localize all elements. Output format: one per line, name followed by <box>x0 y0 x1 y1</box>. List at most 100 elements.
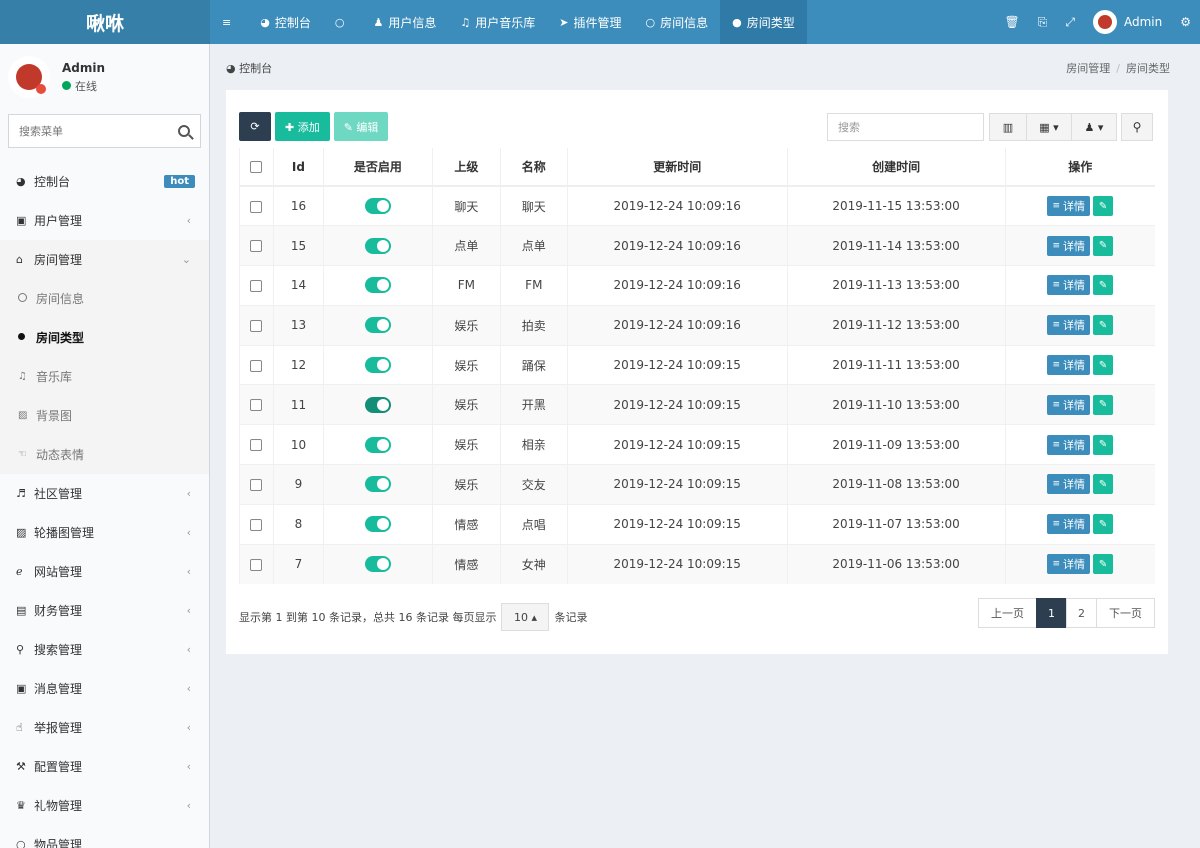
edit-icon[interactable]: ✎ <box>1093 235 1114 256</box>
trash-icon[interactable]: 🗑 <box>996 15 1029 29</box>
row-checkbox[interactable] <box>250 558 263 571</box>
enabled-toggle[interactable] <box>364 237 391 254</box>
enabled-toggle[interactable] <box>364 556 391 573</box>
settings-icon[interactable]: ⚙ <box>1171 15 1200 29</box>
refresh-button[interactable]: ⟳ <box>239 112 271 141</box>
sidebar-item-0[interactable]: ◕ 控制台 hot <box>0 162 209 201</box>
enabled-toggle[interactable] <box>364 357 391 374</box>
app-logo[interactable]: 啾咻 <box>0 0 210 44</box>
detail-button[interactable]: ≡ 详情 <box>1047 554 1091 575</box>
edit-icon[interactable]: ✎ <box>1093 394 1114 415</box>
row-checkbox[interactable] <box>250 200 263 213</box>
edit-icon[interactable]: ✎ <box>1093 474 1114 495</box>
table-search-input[interactable]: 搜索 <box>827 113 984 141</box>
submenu-item-1[interactable]: 房间类型 <box>0 318 209 357</box>
enabled-toggle[interactable] <box>364 516 391 533</box>
edit-icon[interactable]: ✎ <box>1093 315 1114 336</box>
edit-icon[interactable]: ✎ <box>1093 434 1114 455</box>
sidebar-item-1[interactable]: ▣ 用户管理 ‹ <box>0 201 209 240</box>
search-icon[interactable] <box>178 125 190 137</box>
breadcrumb-item-room-management[interactable]: 房间管理 <box>1066 62 1110 75</box>
top-nav-item-3[interactable]: ♟ 用户信息 <box>361 0 448 44</box>
sidebar-item-4[interactable]: ▨ 轮播图管理 ‹ <box>0 513 209 552</box>
detail-button[interactable]: ≡ 详情 <box>1047 434 1091 455</box>
sidebar-item-9[interactable]: ☝ 举报管理 ‹ <box>0 708 209 747</box>
submenu-item-2[interactable]: ♫ 音乐库 <box>0 357 209 396</box>
breadcrumb-home[interactable]: ◕ 控制台 <box>226 60 272 76</box>
page-button-1[interactable]: 1 <box>1036 598 1067 628</box>
add-button[interactable]: ✚ 添加 <box>275 112 330 141</box>
edit-button[interactable]: ✎ 编辑 <box>333 112 389 141</box>
user-menu[interactable]: Admin <box>1084 10 1171 34</box>
grid-view-icon[interactable]: ▦ ▾ <box>1026 113 1072 141</box>
top-nav-item-1[interactable]: ◕ 控制台 <box>248 0 323 44</box>
detail-button[interactable]: ≡ 详情 <box>1047 315 1091 336</box>
export-icon[interactable]: ♟ ▾ <box>1071 113 1117 141</box>
search-icon[interactable]: ⚲ <box>1121 113 1153 141</box>
top-nav-item-7[interactable]: ● 房间类型 <box>720 0 807 44</box>
sidebar-item-11[interactable]: ♛ 礼物管理 ‹ <box>0 786 209 825</box>
top-nav-item-0[interactable]: ≡ <box>210 0 248 44</box>
sidebar-item-10[interactable]: ⚒ 配置管理 ‹ <box>0 747 209 786</box>
edit-icon[interactable]: ✎ <box>1093 275 1114 296</box>
submenu-item-0[interactable]: 房间信息 <box>0 279 209 318</box>
top-nav-item-5[interactable]: ➤ 插件管理 <box>547 0 633 44</box>
top-nav-item-2[interactable]: ○ <box>323 0 362 44</box>
enabled-toggle[interactable] <box>364 436 391 453</box>
edit-icon[interactable]: ✎ <box>1093 196 1114 217</box>
detail-button[interactable]: ≡ 详情 <box>1047 474 1091 495</box>
row-actions: ≡ 详情 ✎ <box>1047 394 1114 415</box>
row-checkbox[interactable] <box>250 439 263 452</box>
fullscreen-icon[interactable]: ⤢ <box>1056 15 1084 30</box>
sidebar-item-8[interactable]: ▣ 消息管理 ‹ <box>0 669 209 708</box>
detail-button-label: 详情 <box>1063 319 1086 333</box>
row-checkbox[interactable] <box>250 240 263 253</box>
column-header-0[interactable] <box>239 148 274 187</box>
detail-button[interactable]: ≡ 详情 <box>1047 196 1091 217</box>
row-checkbox[interactable] <box>250 399 263 412</box>
submenu-item-4[interactable]: ☜ 动态表情 <box>0 435 209 474</box>
cell-id: 10 <box>272 424 324 465</box>
sidebar-item-6[interactable]: ▤ 财务管理 ‹ <box>0 591 209 630</box>
top-nav-item-6[interactable]: ○ 房间信息 <box>633 0 720 44</box>
sidebar-search <box>8 114 201 148</box>
sidebar-item-3[interactable]: ♬ 社区管理 ‹ <box>0 474 209 513</box>
columns-toggle-icon[interactable]: ▥ <box>989 113 1027 141</box>
next-page-button[interactable]: 下一页 <box>1096 598 1155 628</box>
top-nav-item-4[interactable]: ♫ 用户音乐库 <box>448 0 547 44</box>
select-all-checkbox[interactable] <box>250 161 263 173</box>
row-checkbox[interactable] <box>250 279 263 292</box>
detail-button[interactable]: ≡ 详情 <box>1047 514 1091 535</box>
enabled-toggle[interactable] <box>364 198 391 215</box>
detail-button[interactable]: ≡ 详情 <box>1047 235 1091 256</box>
cell-created: 2019-11-13 13:53:00 <box>786 265 1006 306</box>
prev-page-button[interactable]: 上一页 <box>978 598 1037 628</box>
row-checkbox[interactable] <box>250 319 263 332</box>
detail-button[interactable]: ≡ 详情 <box>1047 355 1091 376</box>
page-button-2[interactable]: 2 <box>1066 598 1097 628</box>
copy-icon[interactable]: ⎘ <box>1029 15 1057 30</box>
detail-button[interactable]: ≡ 详情 <box>1047 394 1091 415</box>
enabled-toggle[interactable] <box>364 396 391 413</box>
row-checkbox[interactable] <box>250 518 263 531</box>
sidebar-item-12[interactable]: ○ 物品管理 <box>0 825 209 848</box>
cell-name: 相亲 <box>499 424 568 465</box>
submenu-item-3[interactable]: ▨ 背景图 <box>0 396 209 435</box>
list-icon: ≡ <box>1052 399 1061 410</box>
edit-icon[interactable]: ✎ <box>1093 355 1114 376</box>
page-size-select[interactable]: 10 ▴ <box>501 603 550 631</box>
edit-icon[interactable]: ✎ <box>1093 554 1114 575</box>
edit-icon[interactable]: ✎ <box>1093 514 1114 535</box>
row-checkbox-cell <box>239 464 274 505</box>
sidebar-item-7[interactable]: ⚲ 搜索管理 ‹ <box>0 630 209 669</box>
menu-search-input[interactable] <box>19 124 178 138</box>
detail-button[interactable]: ≡ 详情 <box>1047 275 1091 296</box>
enabled-toggle[interactable] <box>364 317 391 334</box>
sidebar-item-2[interactable]: ⌂ 房间管理 ⌄ <box>0 240 209 279</box>
enabled-toggle[interactable] <box>364 476 391 493</box>
row-checkbox[interactable] <box>250 359 263 372</box>
sidebar-item-5[interactable]: ℯ 网站管理 ‹ <box>0 552 209 591</box>
table-row: 12 娱乐 踊保 2019-12-24 10:09:15 2019-11-11 13:5… <box>239 344 1155 385</box>
row-checkbox[interactable] <box>250 478 263 491</box>
enabled-toggle[interactable] <box>364 277 391 294</box>
